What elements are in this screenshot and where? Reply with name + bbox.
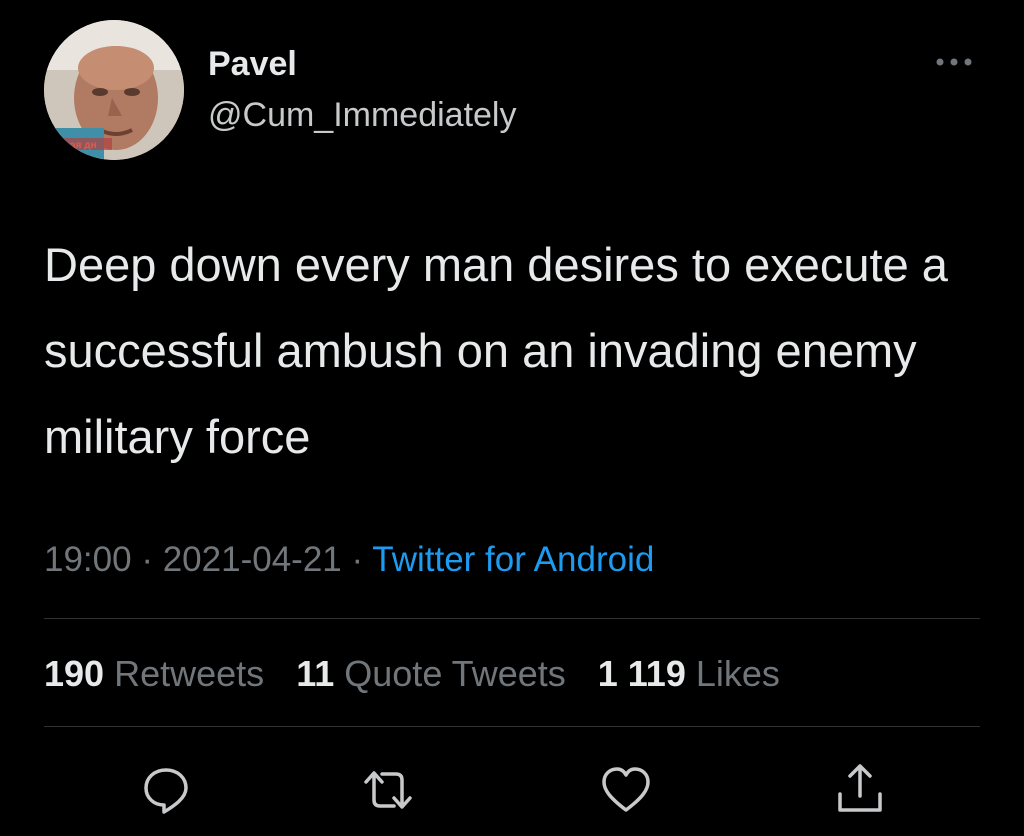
retweet-icon: [364, 771, 412, 809]
heart-icon: [602, 767, 650, 812]
retweet-button[interactable]: [358, 760, 418, 820]
retweets-stat[interactable]: 190 Retweets: [44, 653, 264, 694]
divider: [44, 618, 980, 619]
tweet-time[interactable]: 19:00: [44, 540, 132, 579]
like-button[interactable]: [596, 760, 656, 820]
tweet-text: Deep down every man desires to execute a…: [44, 238, 948, 463]
quote-tweets-count: 11: [296, 653, 335, 694]
tweet-detail: ная дн Pavel @Cum_Immediately Deep down …: [0, 0, 1024, 836]
likes-label: Likes: [695, 653, 780, 694]
tweet-meta: 19:00 · 2021-04-21 · Twitter for Android: [44, 538, 654, 582]
likes-count: 1 119: [597, 653, 686, 694]
tweet-stats: 190 Retweets 11 Quote Tweets 1 119 Likes: [44, 652, 802, 696]
divider: [44, 726, 980, 727]
quote-tweets-stat[interactable]: 11 Quote Tweets: [296, 653, 566, 694]
retweets-label: Retweets: [114, 653, 265, 694]
likes-stat[interactable]: 1 119 Likes: [598, 653, 780, 694]
action-bar: [0, 760, 1024, 820]
meta-separator: ·: [141, 540, 153, 579]
more-horizontal-icon: [936, 58, 972, 66]
share-button[interactable]: [830, 760, 890, 820]
avatar-image: ная дн: [44, 20, 184, 160]
avatar-caption: ная дн: [64, 140, 97, 151]
retweets-count: 190: [44, 653, 105, 694]
avatar[interactable]: ная дн: [44, 20, 184, 160]
tweet-date[interactable]: 2021-04-21: [163, 540, 342, 579]
user-handle[interactable]: @Cum_Immediately: [208, 95, 517, 135]
display-name[interactable]: Pavel: [208, 44, 297, 84]
more-options-button[interactable]: [930, 50, 978, 74]
reply-button[interactable]: [136, 760, 196, 820]
meta-separator: ·: [351, 540, 364, 579]
reply-icon: [144, 768, 188, 814]
tweet-source-link[interactable]: Twitter for Android: [372, 540, 654, 579]
share-icon: [838, 764, 882, 812]
quote-tweets-label: Quote Tweets: [344, 653, 566, 694]
